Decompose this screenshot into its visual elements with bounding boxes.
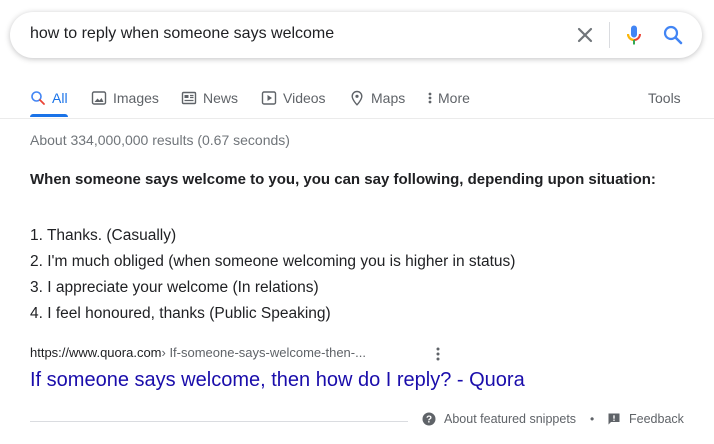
search-input[interactable]: how to reply when someone says welcome bbox=[30, 25, 334, 43]
tab-news[interactable]: News bbox=[181, 86, 238, 110]
result-citation[interactable]: https://www.quora.com › If-someone-says-… bbox=[30, 345, 366, 360]
tab-more-label: More bbox=[438, 90, 470, 106]
about-featured-snippets-label: About featured snippets bbox=[444, 412, 577, 426]
tab-more[interactable]: More bbox=[426, 86, 470, 110]
svg-text:?: ? bbox=[426, 415, 432, 426]
map-pin-icon bbox=[349, 90, 365, 106]
about-featured-snippets-link[interactable]: ? About featured snippets bbox=[422, 412, 576, 426]
search-bar-divider bbox=[609, 22, 610, 48]
video-icon bbox=[261, 90, 277, 106]
tab-all-label: All bbox=[52, 90, 68, 106]
footer-divider bbox=[30, 421, 408, 422]
snippet-list: 1. Thanks. (Casually) 2. I'm much oblige… bbox=[30, 223, 515, 327]
microphone-icon[interactable] bbox=[622, 23, 646, 47]
list-item: 2. I'm much obliged (when someone welcom… bbox=[30, 253, 516, 270]
result-stats: About 334,000,000 results (0.67 seconds) bbox=[30, 132, 290, 148]
search-icon[interactable] bbox=[661, 23, 685, 47]
citation-path: › If-someone-says-welcome-then-... bbox=[161, 345, 366, 360]
list-item: 1. Thanks. (Casually) bbox=[30, 227, 177, 244]
footer-separator: • bbox=[590, 412, 595, 426]
image-icon bbox=[91, 90, 107, 106]
citation-url: https://www.quora.com bbox=[30, 345, 162, 360]
more-vert-icon[interactable] bbox=[432, 346, 444, 362]
tab-videos-label: Videos bbox=[283, 90, 326, 106]
tab-all[interactable]: All bbox=[30, 86, 68, 110]
search-icon bbox=[30, 90, 46, 106]
clear-icon[interactable] bbox=[573, 23, 597, 47]
active-tab-indicator bbox=[30, 114, 68, 117]
help-icon: ? bbox=[422, 412, 436, 426]
tab-videos[interactable]: Videos bbox=[261, 86, 326, 110]
tab-images-label: Images bbox=[113, 90, 159, 106]
search-bar[interactable]: how to reply when someone says welcome bbox=[10, 12, 702, 58]
list-item: 3. I appreciate your welcome (In relatio… bbox=[30, 279, 319, 296]
search-tabs: All Images News Videos Maps More Tools bbox=[0, 80, 714, 118]
snippet-heading: When someone says welcome to you, you ca… bbox=[30, 171, 656, 188]
feedback-label: Feedback bbox=[629, 412, 684, 426]
tabs-divider bbox=[0, 118, 714, 119]
tab-news-label: News bbox=[203, 90, 239, 106]
news-icon bbox=[181, 90, 197, 106]
tools-button[interactable]: Tools bbox=[648, 86, 681, 110]
feedback-icon bbox=[607, 412, 621, 426]
feedback-link[interactable]: Feedback bbox=[607, 412, 684, 426]
tab-images[interactable]: Images bbox=[91, 86, 159, 110]
more-vert-icon bbox=[426, 90, 434, 106]
result-title-link[interactable]: If someone says welcome, then how do I r… bbox=[30, 369, 525, 392]
tab-maps[interactable]: Maps bbox=[349, 86, 405, 110]
tools-label: Tools bbox=[648, 90, 681, 106]
tab-maps-label: Maps bbox=[371, 90, 406, 106]
list-item: 4. I feel honoured, thanks (Public Speak… bbox=[30, 305, 331, 322]
